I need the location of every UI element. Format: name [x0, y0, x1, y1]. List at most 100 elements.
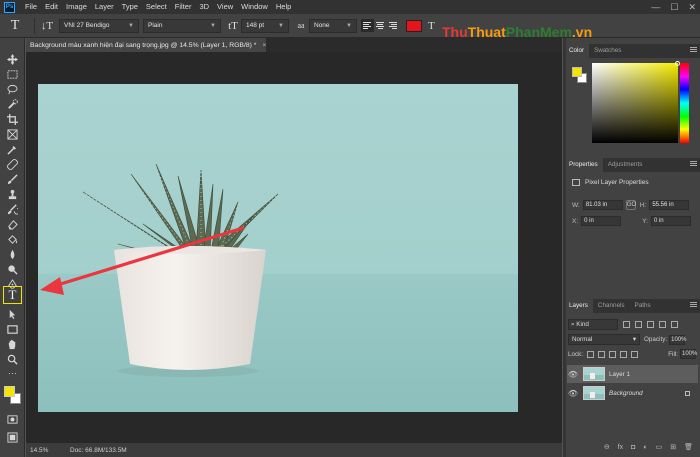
- blend-mode-select[interactable]: Normal ▾: [568, 334, 640, 345]
- y-field[interactable]: 0 in: [650, 216, 691, 226]
- link-dimensions-icon[interactable]: GO: [625, 200, 636, 210]
- fill-field[interactable]: 100%: [680, 349, 697, 359]
- quick-mask-icon[interactable]: [5, 412, 20, 426]
- quick-selection-tool-icon[interactable]: [5, 97, 20, 111]
- fx-icon[interactable]: fx: [618, 444, 623, 451]
- lock-image-icon[interactable]: [598, 350, 606, 358]
- zoom-tool-icon[interactable]: [5, 352, 20, 366]
- type-tool-icon[interactable]: T: [3, 286, 22, 304]
- zoom-level[interactable]: 14.5%: [26, 447, 66, 454]
- hand-tool-icon[interactable]: [5, 337, 20, 351]
- document-canvas[interactable]: [38, 84, 518, 412]
- more-tools-icon[interactable]: ···: [5, 366, 20, 380]
- minimize-icon[interactable]: —: [651, 0, 660, 14]
- pixel-filter-icon[interactable]: [623, 321, 630, 328]
- layer-row-layer-1[interactable]: 👁 Layer 1: [567, 365, 698, 383]
- new-layer-icon[interactable]: ⊞: [670, 443, 676, 451]
- x-field[interactable]: 0 in: [581, 216, 622, 226]
- add-mask-icon[interactable]: ◘: [631, 444, 635, 451]
- healing-brush-tool-icon[interactable]: [5, 157, 20, 171]
- frame-tool-icon[interactable]: [5, 127, 20, 141]
- panel-menu-icon[interactable]: [690, 47, 697, 52]
- lock-artboard-icon[interactable]: [620, 350, 628, 358]
- menu-filter[interactable]: Filter: [171, 0, 196, 14]
- visibility-eye-icon[interactable]: 👁: [567, 389, 579, 398]
- eraser-tool-icon[interactable]: [5, 217, 20, 231]
- menu-window[interactable]: Window: [237, 0, 272, 14]
- eyedropper-tool-icon[interactable]: [5, 142, 20, 156]
- shape-filter-icon[interactable]: [659, 321, 666, 328]
- menu-view[interactable]: View: [213, 0, 237, 14]
- foreground-color-swatch[interactable]: [4, 386, 15, 397]
- dodge-tool-icon[interactable]: [5, 262, 20, 276]
- history-brush-tool-icon[interactable]: [5, 202, 20, 216]
- marquee-tool-icon[interactable]: [5, 67, 20, 81]
- tab-adjustments[interactable]: Adjustments: [603, 158, 648, 172]
- panel-menu-icon[interactable]: [690, 302, 697, 307]
- move-tool-icon[interactable]: [5, 52, 20, 66]
- align-left-button[interactable]: [361, 19, 374, 32]
- align-center-button[interactable]: [374, 19, 387, 32]
- menu-3d[interactable]: 3D: [195, 0, 213, 14]
- path-selection-tool-icon[interactable]: [5, 307, 20, 321]
- trash-icon[interactable]: 🗑: [684, 443, 693, 451]
- color-picker-field[interactable]: [592, 61, 680, 143]
- lasso-tool-icon[interactable]: [5, 82, 20, 96]
- tab-properties[interactable]: Properties: [564, 158, 603, 172]
- color-panel-foreground-swatch[interactable]: [572, 67, 582, 77]
- new-group-icon[interactable]: ▭: [656, 443, 663, 451]
- font-family-select[interactable]: VNI 27 Bendigo ▼: [59, 18, 139, 33]
- maximize-icon[interactable]: ☐: [670, 0, 678, 14]
- layer-row-background[interactable]: 👁 Background: [567, 384, 698, 402]
- rectangle-tool-icon[interactable]: [5, 322, 20, 336]
- canvas-area[interactable]: [26, 52, 562, 443]
- lock-position-icon[interactable]: [609, 350, 617, 358]
- smart-object-filter-icon[interactable]: [671, 321, 678, 328]
- tab-layers[interactable]: Layers: [564, 299, 593, 313]
- text-color-swatch[interactable]: [406, 19, 422, 32]
- clone-stamp-tool-icon[interactable]: [5, 187, 20, 201]
- lock-transparent-icon[interactable]: [587, 350, 595, 358]
- type-filter-icon[interactable]: [647, 321, 654, 328]
- warp-text-icon[interactable]: T: [428, 20, 435, 32]
- menu-image[interactable]: Image: [62, 0, 91, 14]
- menu-help[interactable]: Help: [272, 0, 295, 14]
- blur-tool-icon[interactable]: [5, 247, 20, 261]
- visibility-eye-icon[interactable]: 👁: [567, 370, 579, 379]
- tool-preset-picker[interactable]: T: [0, 18, 30, 34]
- adjustment-layer-icon[interactable]: ◐: [643, 444, 647, 451]
- crop-tool-icon[interactable]: [5, 112, 20, 126]
- close-tab-icon[interactable]: ×: [262, 42, 266, 49]
- font-style-select[interactable]: Plain ▼: [143, 18, 221, 33]
- paint-bucket-tool-icon[interactable]: [5, 232, 20, 246]
- menu-select[interactable]: Select: [142, 0, 171, 14]
- panel-collapse-strip[interactable]: [563, 38, 566, 457]
- text-orientation-icon[interactable]: ↓T: [39, 18, 55, 34]
- menu-layer[interactable]: Layer: [91, 0, 118, 14]
- width-field[interactable]: 81.03 in: [582, 200, 623, 210]
- font-size-select[interactable]: 148 pt ▼: [241, 18, 289, 33]
- tab-channels[interactable]: Channels: [593, 299, 630, 313]
- menu-file[interactable]: File: [21, 0, 41, 14]
- close-window-icon[interactable]: ✕: [688, 0, 696, 14]
- opacity-field[interactable]: 100%: [669, 334, 686, 345]
- layer-name[interactable]: Layer 1: [609, 371, 630, 378]
- document-tab[interactable]: Background màu xanh hiện đại sang trọng.…: [26, 38, 266, 52]
- menu-type[interactable]: Type: [118, 0, 142, 14]
- align-right-button[interactable]: [387, 19, 400, 32]
- tab-color[interactable]: Color: [564, 44, 590, 58]
- tab-paths[interactable]: Paths: [630, 299, 656, 313]
- antialias-select[interactable]: None ▼: [309, 18, 357, 33]
- tab-swatches[interactable]: Swatches: [589, 44, 626, 58]
- brush-tool-icon[interactable]: [5, 172, 20, 186]
- lock-all-icon[interactable]: [631, 350, 639, 358]
- menu-edit[interactable]: Edit: [41, 0, 62, 14]
- kind-filter-select[interactable]: ⌕ Kind: [568, 319, 618, 330]
- link-layers-icon[interactable]: ⊖: [604, 443, 610, 451]
- panel-menu-icon[interactable]: [690, 161, 697, 166]
- height-field[interactable]: 55.56 in: [649, 200, 690, 210]
- layer-name[interactable]: Background: [609, 390, 643, 397]
- adjustment-filter-icon[interactable]: [635, 321, 642, 328]
- hue-slider[interactable]: [680, 63, 689, 143]
- screen-mode-icon[interactable]: [5, 430, 20, 444]
